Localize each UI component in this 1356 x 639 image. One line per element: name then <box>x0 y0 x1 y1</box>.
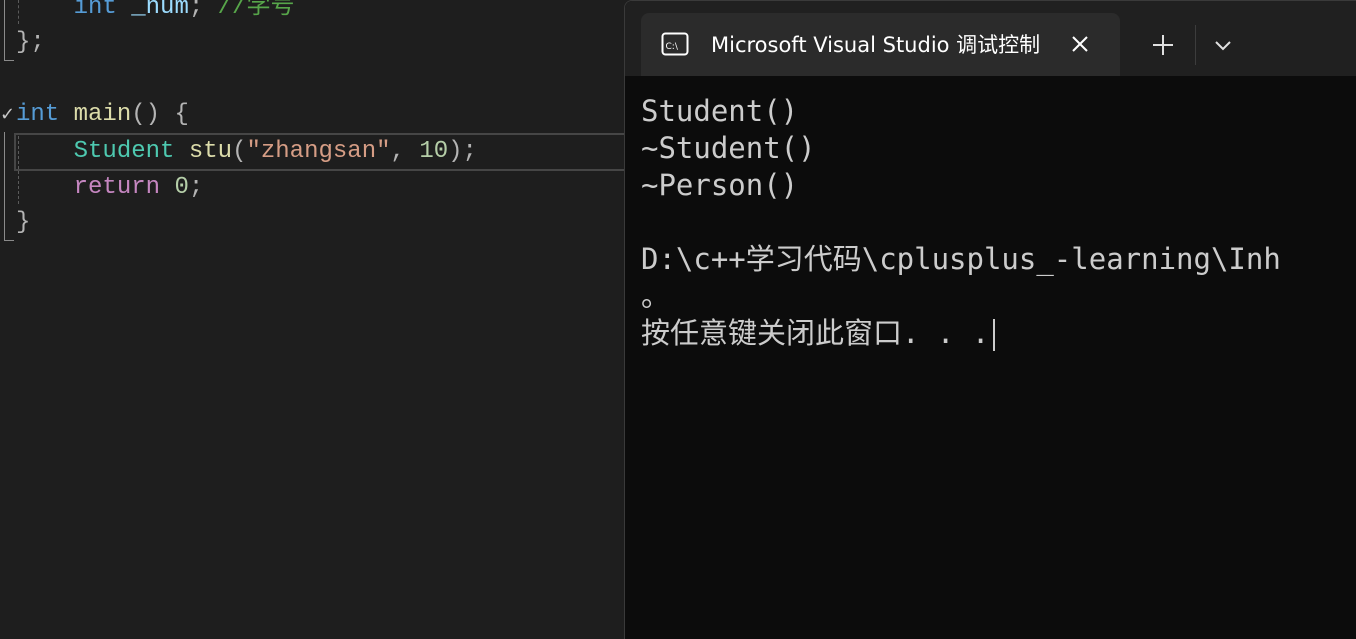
tab-debug-console[interactable]: C:\ Microsoft Visual Studio 调试控制台 <box>641 13 1120 76</box>
plus-icon[interactable] <box>1147 29 1179 61</box>
brace: { <box>174 101 189 128</box>
keyword: int <box>16 101 60 128</box>
output-prompt-text: 按任意键关闭此窗口. . . <box>641 316 990 350</box>
code-line-3[interactable]: int main() { <box>16 97 189 133</box>
string-literal: "zhangsan" <box>246 138 391 165</box>
console-output[interactable]: Student() ~Student() ~Person() D:\c++学习代… <box>641 93 1356 352</box>
bracket-guide <box>4 0 5 60</box>
keyword: return <box>73 174 161 201</box>
console-icon: C:\ <box>661 32 689 56</box>
number-literal: 0 <box>174 174 189 201</box>
code-line-6[interactable]: } <box>16 205 30 241</box>
number-literal: 10 <box>419 138 449 165</box>
paren-close: ) <box>448 138 463 165</box>
terminal-window[interactable]: C:\ Microsoft Visual Studio 调试控制台 Studen… <box>624 0 1356 639</box>
parens: () <box>131 101 161 128</box>
output-line: 。 <box>641 279 671 313</box>
brace: } <box>16 209 31 236</box>
close-icon[interactable] <box>1065 29 1095 59</box>
keyword: int <box>73 0 117 21</box>
semicolon: ; <box>30 29 45 56</box>
comment: //学号 <box>217 0 295 21</box>
bracket-guide <box>4 132 5 240</box>
tab-bar: C:\ Microsoft Visual Studio 调试控制台 <box>625 1 1356 76</box>
semicolon: ; <box>188 174 204 201</box>
identifier: stu <box>188 138 233 165</box>
brace: } <box>16 29 31 56</box>
output-line: D:\c++学习代码\cplusplus_-learning\Inh <box>641 242 1281 276</box>
fold-indicator[interactable]: ✓ <box>0 104 15 125</box>
output-line: ~Student() <box>641 131 816 165</box>
output-prompt-line: 按任意键关闭此窗口. . . <box>641 315 1356 352</box>
identifier: _num <box>131 0 189 21</box>
tab-divider <box>1195 25 1196 65</box>
semicolon: ; <box>188 0 204 21</box>
text-cursor <box>993 319 996 351</box>
svg-text:C:\: C:\ <box>666 42 679 52</box>
semicolon: ; <box>462 138 477 165</box>
class-name: Student <box>73 138 175 165</box>
code-line-2[interactable]: }; <box>16 25 45 61</box>
paren-open: ( <box>232 138 247 165</box>
code-line-1[interactable]: int _num; //学号 <box>16 0 295 26</box>
code-line-4[interactable]: Student stu("zhangsan", 10); <box>16 134 477 170</box>
bracket-guide-end <box>4 240 14 241</box>
tab-title: Microsoft Visual Studio 调试控制台 <box>711 33 1041 57</box>
output-line: Student() <box>641 94 799 128</box>
bracket-guide-end <box>4 60 14 61</box>
comma: , <box>390 138 405 165</box>
function-name: main <box>73 101 132 128</box>
output-line: ~Person() <box>641 168 799 202</box>
code-editor[interactable]: ✓ int _num; //学号 }; int main() { Student… <box>0 0 624 639</box>
code-line-5[interactable]: return 0; <box>16 170 204 206</box>
chevron-down-icon[interactable] <box>1207 31 1239 59</box>
